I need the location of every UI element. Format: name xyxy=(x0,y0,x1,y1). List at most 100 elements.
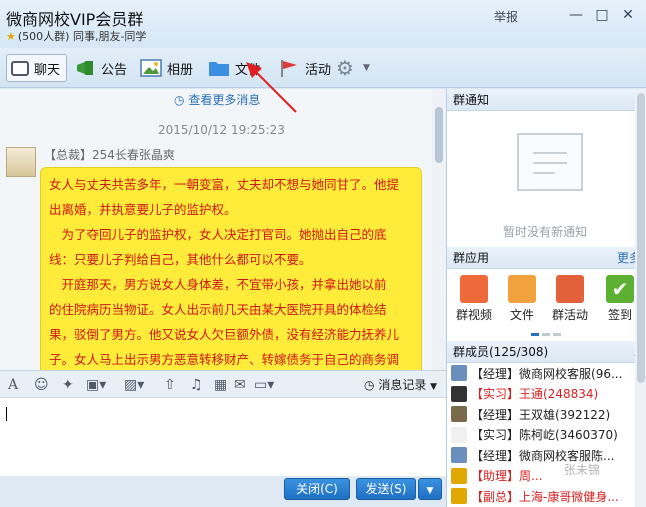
scrollbar-thumb[interactable] xyxy=(435,107,443,163)
flag-icon xyxy=(278,58,300,78)
member-row[interactable]: 【实习】 陈柯屹(3460370) xyxy=(447,425,646,446)
tab-notice-label: 公告 xyxy=(101,62,128,78)
members-title: 群成员(125/308) xyxy=(453,345,549,359)
scrollbar-thumb[interactable] xyxy=(637,93,645,383)
report-button[interactable]: 举报 xyxy=(494,8,518,25)
member-role: 【实习】 xyxy=(471,387,520,402)
magic-wand-icon[interactable]: ✦ xyxy=(62,376,74,394)
chat-message-area: ◷ 查看更多消息 2015/10/12 19:25:23 【总裁】254长春张晶… xyxy=(0,89,446,370)
tab-files[interactable]: 文件 xyxy=(208,54,261,82)
group-info: ★ (500人群) 同事,朋友-同学 xyxy=(6,28,146,44)
member-name: 微商网校客服(96... xyxy=(519,366,623,381)
red-packet-icon[interactable]: ✉ xyxy=(234,376,246,394)
more-messages-link[interactable]: ◷ 查看更多消息 xyxy=(174,91,260,108)
apps-title: 群应用 xyxy=(453,251,490,265)
send-options-button[interactable]: ▼ xyxy=(418,478,442,500)
tab-album-label: 相册 xyxy=(167,62,194,78)
app-label: 群视频 xyxy=(455,308,492,322)
send-button[interactable]: 发送(S) xyxy=(356,478,416,500)
member-row[interactable]: 【经理】 微商网校客服(96... xyxy=(447,363,646,384)
app-label: 签到 xyxy=(607,308,632,322)
tab-album[interactable]: 相册 xyxy=(140,54,193,82)
message-timestamp: 2015/10/12 19:25:23 xyxy=(158,123,285,137)
notice-title: 群通知 xyxy=(453,93,490,107)
tab-notice[interactable]: 公告 xyxy=(74,54,127,82)
notice-header: 群通知 xyxy=(447,89,646,111)
chevron-down-icon: ▼ xyxy=(430,382,438,392)
app-files[interactable]: 文件 xyxy=(499,275,545,323)
avatar[interactable] xyxy=(6,147,36,177)
member-role: 【经理】 xyxy=(471,366,520,381)
settings-menu-button[interactable]: ⚙ ▼ xyxy=(336,54,370,82)
message-line: 线：只要儿子判给自己，其他什么都可以不要。 xyxy=(49,252,312,267)
flag-icon xyxy=(556,275,584,303)
app-group-video[interactable]: 群视频 xyxy=(451,275,497,323)
avatar xyxy=(451,447,467,464)
member-row[interactable]: 【经理】 王双雄(392122) xyxy=(447,404,646,425)
font-icon[interactable]: A xyxy=(8,376,18,394)
picture-icon xyxy=(140,58,162,78)
member-role: 【经理】 xyxy=(471,448,520,463)
star-icon: ★ xyxy=(6,30,16,43)
member-row[interactable]: 【助理】 周... xyxy=(447,466,646,487)
maximize-icon[interactable]: □ xyxy=(592,6,612,24)
tab-activity-label: 活动 xyxy=(305,62,332,78)
main-toolbar: 聊天 公告 相册 文件 活动 ⚙ ▼ xyxy=(0,48,646,88)
member-list: 【经理】 微商网校客服(96... 【实习】 王通(248834) 【经理】 王双雄(39… xyxy=(447,363,646,507)
app-group-activity[interactable]: 群活动 xyxy=(547,275,593,323)
member-name: 上海-康哥微健身... xyxy=(519,489,619,504)
close-button[interactable]: 关闭(C) xyxy=(284,478,350,500)
gallery-icon[interactable]: ▦ xyxy=(214,376,227,394)
image-icon[interactable]: ▨▾ xyxy=(124,376,144,394)
sender-name: 【总裁】254长春张晶爽 xyxy=(44,148,175,162)
message-input[interactable] xyxy=(0,398,446,476)
watermark: 张未锦 xyxy=(564,463,601,477)
history-label: 消息记录 xyxy=(378,378,427,392)
member-row[interactable]: 【经理】 微商网校客服陈... xyxy=(447,445,646,466)
avatar xyxy=(451,488,467,505)
more-messages-label: 查看更多消息 xyxy=(188,93,261,107)
minimize-icon[interactable]: — xyxy=(566,6,586,24)
music-icon[interactable]: ♫ xyxy=(190,376,203,394)
chat-scrollbar[interactable] xyxy=(432,89,446,370)
members-header: 群成员(125/308) ⌕ xyxy=(447,341,646,363)
member-name: 王通(248834) xyxy=(519,387,599,402)
member-role: 【经理】 xyxy=(471,407,520,422)
right-panel: 群通知 暂时没有新通知 群应用 更多 群视频 文件 群活动 ✔ 签到 群成员(1… xyxy=(446,89,646,507)
window-title: 微商网校VIP会员群 xyxy=(6,10,144,29)
tab-chat-label: 聊天 xyxy=(34,62,61,78)
emoji-icon[interactable]: ☺ xyxy=(34,376,49,394)
input-toolbar: A ☺ ✦ ▣▾ ▨▾ ⇧ ♫ ▦ ✉ ▭▾ ◷ 消息记录 ▼ xyxy=(0,370,446,398)
avatar xyxy=(451,467,467,484)
message-bubble: 女人与丈夫共苦多年，一朝变富，丈夫却不想与她同甘了。他提 出离婚，并执意要儿子的监… xyxy=(40,167,422,370)
close-icon[interactable]: ✕ xyxy=(618,6,638,24)
clock-icon: ◷ xyxy=(364,378,375,392)
group-count: (500人群) xyxy=(17,30,70,43)
chevron-down-icon: ▼ xyxy=(426,486,434,496)
message-line: 女人与丈夫共苦多年，一朝变富，丈夫却不想与她同甘了。他提 xyxy=(49,177,400,192)
member-row[interactable]: 【实习】 王通(248834) xyxy=(447,384,646,405)
message-history-button[interactable]: ◷ 消息记录 ▼ xyxy=(364,376,437,393)
video-icon[interactable]: ▭▾ xyxy=(254,376,274,394)
member-role: 【副总】 xyxy=(471,489,520,504)
member-row[interactable]: 【副总】 上海-康哥微健身... xyxy=(447,486,646,507)
gif-icon[interactable]: ▣▾ xyxy=(86,376,106,394)
avatar xyxy=(451,406,467,423)
gear-icon: ⚙ xyxy=(336,56,354,80)
checkmark-icon: ✔ xyxy=(606,275,634,303)
chevron-down-icon: ▼ xyxy=(363,63,370,73)
tab-chat[interactable]: 聊天 xyxy=(6,54,68,82)
apps-header: 群应用 更多 xyxy=(447,247,646,269)
member-scrollbar[interactable] xyxy=(635,89,646,507)
message-line: 果，驳倒了男方。他又说女人欠巨额外债，没有经济能力抚养儿 xyxy=(49,327,400,342)
clock-icon: ◷ xyxy=(174,93,185,107)
text-caret xyxy=(6,407,7,421)
member-name: 王双雄(392122) xyxy=(519,407,611,422)
tab-activity[interactable]: 活动 xyxy=(278,54,331,82)
message-line: 子。女人马上出示男方恶意转移财产、转嫁债务于自己的商务调 xyxy=(49,352,400,367)
member-role: 【助理】 xyxy=(471,469,520,484)
message-line: 的住院病历当物证。女人出示前几天由某大医院开具的体检结 xyxy=(49,302,387,317)
apps-pager[interactable] xyxy=(531,325,567,336)
send-bar: 关闭(C) 发送(S) ▼ xyxy=(0,476,446,507)
upload-icon[interactable]: ⇧ xyxy=(164,376,176,394)
